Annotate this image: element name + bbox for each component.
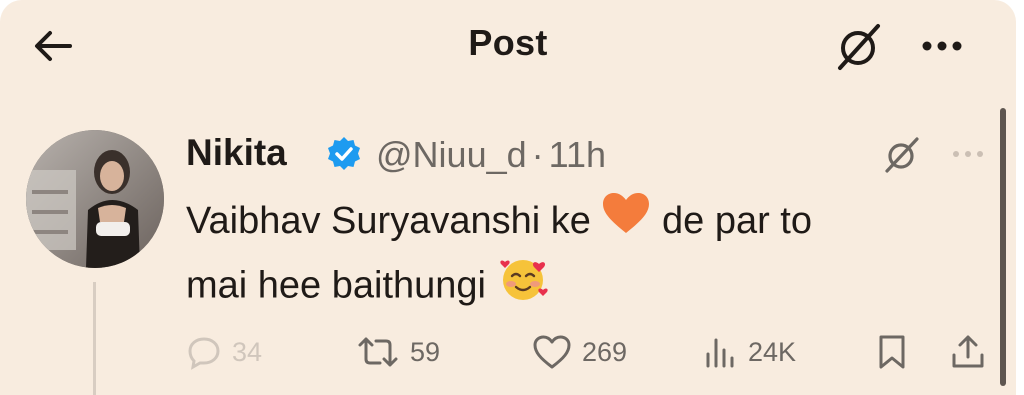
post-text: Vaibhav Suryavanshi ke de par to mai hee… [186,190,986,321]
more-options-icon[interactable] [946,140,990,168]
author-name[interactable]: Nikita [186,132,287,174]
views-chart-icon [706,338,734,368]
bookmark-icon [879,335,905,369]
views-count: 24K [748,336,797,367]
avatar[interactable] [26,130,164,268]
repost-count: 59 [410,336,441,367]
smiling-face-with-hearts-emoji-icon [497,254,549,321]
heart-icon [533,335,571,369]
post-view: Post Nikita @Niuu_d · 11h Vaibhav Suryav… [0,0,1016,395]
post-text-part: Vaibhav Suryavanshi ke [186,200,591,242]
author-handle-time: @Niuu_d · 11h [376,134,606,176]
bookmark-button[interactable] [876,330,908,374]
thread-line [93,282,96,395]
repost-button[interactable]: 59 [356,330,440,374]
reply-icon [188,337,220,370]
repost-icon [358,337,398,367]
grok-icon[interactable] [880,133,924,177]
author-handle[interactable]: @Niuu_d [376,134,527,175]
share-icon [952,335,984,368]
post-text-part: mai hee baithungi [186,265,486,307]
more-options-icon[interactable] [912,26,972,66]
verified-badge-icon [325,135,363,173]
reply-button[interactable]: 34 [186,330,262,374]
post-text-part: de par to [662,200,812,242]
scrollbar[interactable] [1000,108,1006,386]
separator-dot: · [531,134,544,175]
like-count: 269 [582,336,628,367]
orange-heart-emoji-icon [601,191,651,254]
grok-icon[interactable] [832,18,888,74]
post-time[interactable]: 11h [549,134,606,175]
share-button[interactable] [950,330,986,374]
like-button[interactable]: 269 [532,330,627,374]
reply-count: 34 [232,336,263,367]
views-button[interactable]: 24K [702,330,796,374]
